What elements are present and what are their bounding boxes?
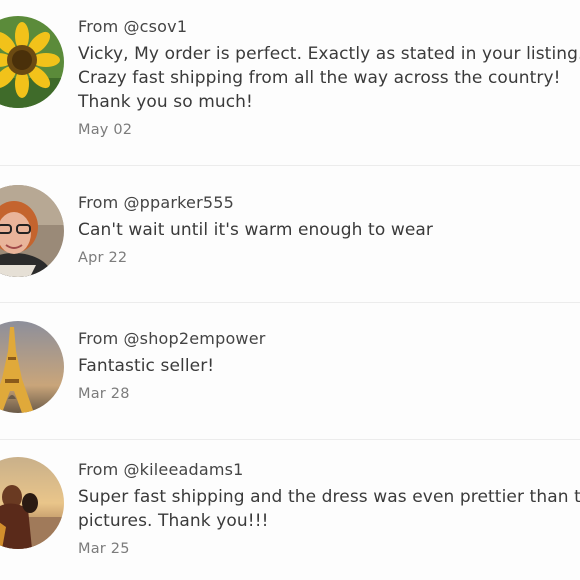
person-photo-icon (0, 185, 64, 277)
eiffel-tower-icon (0, 321, 64, 413)
review-date: Mar 25 (78, 541, 130, 557)
review-message-line: pictures. Thank you!!! (78, 511, 269, 531)
review-message: Can't wait until it's warm enough to wea… (78, 218, 580, 242)
review-message-line: Super fast shipping and the dress was ev… (78, 487, 580, 507)
username-link[interactable]: @csov1 (123, 17, 187, 36)
review-author[interactable]: From @shop2empower (78, 329, 580, 349)
couple-sunset-avatar[interactable] (0, 457, 64, 549)
review-author[interactable]: From @csov1 (78, 17, 580, 37)
review-message: Vicky, My order is perfect. Exactly as s… (78, 42, 580, 114)
from-label: From (78, 17, 119, 36)
review-date: Mar 28 (78, 386, 130, 402)
sunflower-icon (0, 16, 64, 108)
divider (0, 439, 580, 440)
review-message-line: Fantastic seller! (78, 356, 215, 376)
divider (0, 165, 580, 166)
review-message: Super fast shipping and the dress was ev… (78, 485, 580, 533)
from-label: From (78, 329, 119, 348)
review-message-line: Can't wait until it's warm enough to wea… (78, 220, 433, 240)
username-link[interactable]: @kileeadams1 (123, 460, 243, 479)
woman-with-glasses-avatar[interactable] (0, 185, 64, 277)
review-date: Apr 22 (78, 250, 128, 266)
divider (0, 302, 580, 303)
review-message-line: Crazy fast shipping from all the way acr… (78, 68, 561, 88)
from-label: From (78, 193, 119, 212)
sunflower-avatar[interactable] (0, 16, 64, 108)
review-date: May 02 (78, 122, 133, 138)
couple-photo-icon (0, 457, 64, 549)
eiffel-tower-avatar[interactable] (0, 321, 64, 413)
review-author[interactable]: From @kileeadams1 (78, 460, 580, 480)
review-message-line: Thank you so much! (78, 92, 253, 112)
review-message-line: Vicky, My order is perfect. Exactly as s… (78, 44, 580, 64)
username-link[interactable]: @shop2empower (123, 329, 265, 348)
username-link[interactable]: @pparker555 (123, 193, 234, 212)
from-label: From (78, 460, 119, 479)
review-author[interactable]: From @pparker555 (78, 193, 580, 213)
review-message: Fantastic seller! (78, 354, 580, 378)
